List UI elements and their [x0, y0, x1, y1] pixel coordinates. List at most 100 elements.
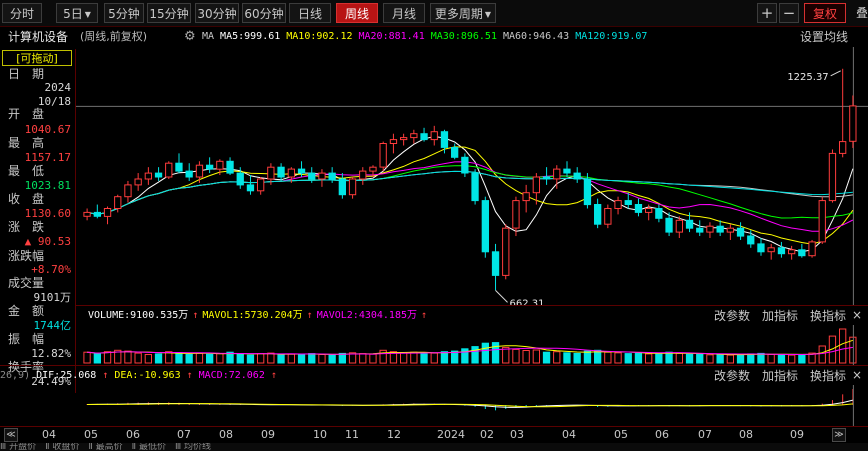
ma120-line	[87, 170, 853, 215]
tab-daily[interactable]: 日线	[289, 3, 331, 23]
overlay-button-label[interactable]: 叠	[856, 3, 868, 23]
volume-bar	[757, 352, 765, 364]
volume-bar	[124, 350, 132, 364]
time-tick-label: 03	[510, 428, 524, 441]
volume-bar	[696, 354, 704, 364]
volume-bar	[195, 352, 204, 364]
volume-bar	[297, 354, 306, 364]
tab-60min[interactable]: 60分钟	[242, 3, 286, 23]
settings-icon[interactable]: ⚙	[184, 30, 198, 44]
tab-weekly[interactable]: 周线	[336, 3, 378, 23]
candle	[195, 161, 204, 183]
candle	[849, 95, 857, 148]
drag-tag[interactable]: [可拖动]	[2, 50, 72, 66]
volume-legend-item: ↑	[192, 310, 199, 321]
scroll-left-icon[interactable]: ≪	[4, 428, 18, 442]
candle	[134, 173, 142, 191]
date-label: 日 期	[8, 67, 45, 81]
volume-pane-button[interactable]: 换指标	[810, 309, 846, 323]
candle	[318, 169, 326, 187]
volume-bar	[604, 351, 612, 364]
volume-legend-item: MAVOL1:5730.204万	[202, 310, 303, 321]
volume-bar	[655, 352, 663, 364]
volume-bar	[277, 354, 285, 364]
volume-pane-button[interactable]: 改参数	[714, 309, 750, 323]
candle	[277, 163, 285, 181]
zoom-out-button[interactable]: −	[779, 3, 799, 23]
volume-bar	[491, 342, 500, 364]
ma-legend-item: MA120:919.07	[575, 31, 648, 42]
volume-bar	[839, 328, 847, 364]
time-tick-label: 08	[739, 428, 753, 441]
tab-15min[interactable]: 15分钟	[147, 3, 191, 23]
volume-bar	[502, 346, 510, 364]
volume-bar	[430, 352, 438, 364]
tab-5min[interactable]: 5分钟	[104, 3, 144, 23]
price-chart[interactable]: 1225.37 662.31	[76, 47, 868, 305]
volume-bar	[798, 354, 806, 364]
volume-bar	[93, 353, 102, 364]
candle	[736, 222, 745, 240]
volume-bar	[216, 353, 224, 364]
candle	[696, 220, 704, 237]
candle	[563, 161, 571, 177]
adjust-mode-label: (周线,前复权)	[80, 30, 148, 43]
ma-legend-row: 计算机设备 (周线,前复权) ⚙ MA MA5:999.61 MA10:902.12…	[0, 27, 868, 47]
candle	[410, 129, 418, 144]
macd-pane-button[interactable]: 换指标	[810, 369, 846, 383]
candle	[757, 238, 765, 256]
volume-bar	[144, 354, 152, 364]
candle	[594, 198, 602, 229]
volume-bar	[103, 351, 112, 364]
time-tick-label: 09	[790, 428, 804, 441]
candle	[716, 220, 724, 237]
candle	[124, 180, 132, 203]
volume-bar	[563, 352, 571, 364]
tab-30min[interactable]: 30分钟	[195, 3, 239, 23]
candle	[451, 143, 459, 160]
price-chart-pane[interactable]: 1225.37 662.31	[76, 47, 868, 305]
ma-legend-item: MA30:896.51	[430, 31, 497, 42]
time-axis: ≪ 04 05 06 07 08 09 10 11 12 2024 02 03 04 05 06 07 08 09 ≫	[0, 426, 868, 443]
candle	[461, 153, 469, 177]
tab-more-periods[interactable]: 更多周期 ▼	[430, 3, 496, 23]
time-tick-label: 12	[387, 428, 401, 441]
volume-bar	[706, 354, 714, 364]
macd-legend-item: DIF:25.068	[36, 370, 97, 381]
volume-bar	[206, 353, 214, 364]
tab-monthly[interactable]: 月线	[383, 3, 425, 23]
volume-bar	[685, 353, 694, 364]
ma-legend-item: MA20:881.41	[358, 31, 425, 42]
close-volume-pane-icon[interactable]: ×	[850, 309, 864, 323]
restore-rights-button[interactable]: 复权	[804, 3, 846, 23]
volume-bar	[614, 352, 622, 364]
volume-bar	[624, 353, 632, 364]
tab-5day[interactable]: 5日 ▼	[56, 3, 98, 23]
macd-pane-button[interactable]: 加指标	[762, 369, 798, 383]
volume-bar	[308, 353, 316, 364]
time-tick-label: 11	[345, 428, 359, 441]
candle	[522, 184, 530, 213]
close-macd-pane-icon[interactable]: ×	[850, 369, 864, 383]
volume-bar	[777, 354, 786, 364]
macd-pane[interactable]	[0, 385, 868, 426]
scroll-right-icon[interactable]: ≫	[832, 428, 846, 442]
time-tick-label: 07	[177, 428, 191, 441]
macd-pane-button[interactable]: 改参数	[714, 369, 750, 383]
time-tick-label: 02	[480, 428, 494, 441]
volume-pane-button[interactable]: 加指标	[762, 309, 798, 323]
time-tick-label: 04	[562, 428, 576, 441]
set-ma-button[interactable]: 设置均线	[800, 27, 848, 47]
tab-minute-timeshare[interactable]: 分时	[2, 3, 42, 23]
volume-bar	[818, 345, 826, 364]
macd-chart[interactable]	[0, 385, 868, 426]
candle	[257, 177, 265, 195]
volume-bar	[257, 353, 265, 364]
volume-bar	[175, 352, 183, 364]
volume-bar	[83, 351, 91, 364]
volume-pane[interactable]	[76, 325, 868, 365]
volume-bar	[410, 351, 418, 364]
ma-legend: MA MA5:999.61 MA10:902.12 MA20:881.41 MA30:8…	[202, 27, 653, 47]
zoom-in-button[interactable]: +	[757, 3, 777, 23]
volume-chart[interactable]	[76, 325, 868, 365]
